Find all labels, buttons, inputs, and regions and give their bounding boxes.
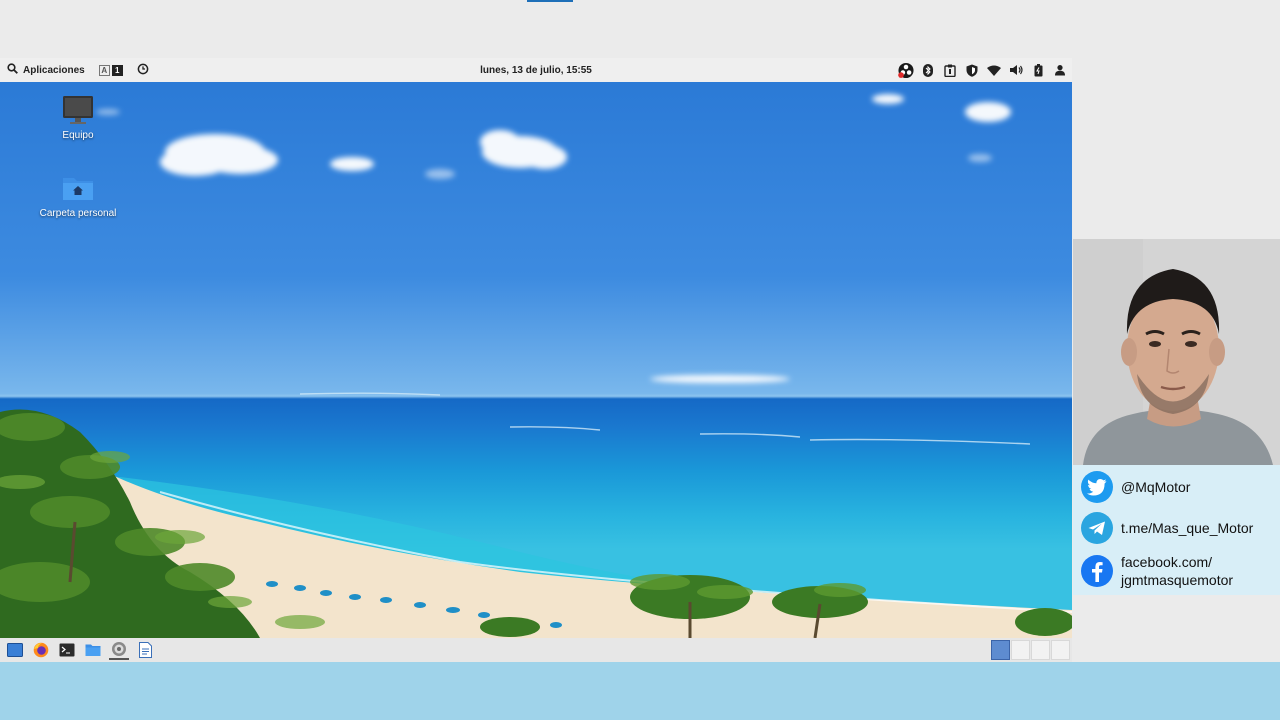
show-desktop-icon[interactable] [5,640,25,660]
facebook-line-2: jgmtmasquemotor [1121,572,1234,588]
clipboard-icon[interactable] [942,61,958,79]
bottom-taskbar [0,638,1072,662]
user-menu-icon[interactable] [1052,61,1068,79]
pager-workspace-2[interactable] [1011,640,1030,660]
desktop-icon-label: Equipo [62,130,94,141]
facebook-icon [1081,555,1113,587]
wifi-icon[interactable] [986,61,1002,79]
twitter-icon [1081,471,1113,503]
applications-menu-button[interactable]: Aplicaciones [7,63,85,77]
search-icon [7,63,18,77]
pager-workspace-3[interactable] [1031,640,1050,660]
top-panel: Aplicaciones A 1 lunes, 13 de julio, 15:… [0,58,1072,82]
outer-bottom-strip [0,662,1280,720]
facebook-link-text: facebook.com/ jgmtmasquemotor [1121,553,1233,589]
desktop-icon-label: Carpeta personal [39,208,117,219]
desktop-wallpaper: Equipo Carpeta personal [0,82,1072,638]
top-accent-mark [527,0,573,2]
workspace-1[interactable]: 1 [111,64,123,76]
workspace-indicator: A 1 [98,64,123,76]
home-folder-icon [62,174,94,202]
system-tray [898,61,1068,79]
webcam-overlay [1073,239,1280,465]
telegram-link[interactable]: t.me/Mas_que_Motor [1081,512,1253,544]
telegram-icon [1081,512,1113,544]
monitor-icon [62,94,94,126]
telegram-link-text: t.me/Mas_que_Motor [1121,520,1254,536]
beach-scene-image [0,94,1072,638]
clock-icon[interactable] [137,63,149,78]
desktop-screen: Aplicaciones A 1 lunes, 13 de julio, 15:… [0,58,1072,662]
pager-workspace-4[interactable] [1051,640,1070,660]
terminal-icon[interactable] [57,640,77,660]
desktop-icon-equipo[interactable]: Equipo [28,94,128,141]
twitter-link[interactable]: @MqMotor [1081,471,1190,503]
presenter-webcam-image [1073,239,1280,465]
firefox-icon[interactable] [31,640,51,660]
social-links-panel: @MqMotor t.me/Mas_que_Motor facebook.com… [1073,465,1280,595]
facebook-link[interactable]: facebook.com/ jgmtmasquemotor [1081,553,1233,589]
outer-top-strip [0,0,1280,58]
workspace-a[interactable]: A [98,64,110,76]
settings-icon[interactable] [109,640,129,660]
file-manager-icon[interactable] [83,640,103,660]
workspace-pager [991,640,1070,660]
facebook-line-1: facebook.com/ [1121,554,1213,570]
pager-workspace-1[interactable] [991,640,1010,660]
desktop-icon-carpeta-personal[interactable]: Carpeta personal [28,174,128,219]
bluetooth-icon[interactable] [920,61,936,79]
text-editor-icon[interactable] [135,640,155,660]
volume-icon[interactable] [1008,61,1024,79]
obs-icon[interactable] [898,61,914,79]
twitter-handle: @MqMotor [1121,479,1191,495]
battery-icon[interactable] [1030,61,1046,79]
shield-icon[interactable] [964,61,980,79]
applications-label: Aplicaciones [23,64,85,76]
